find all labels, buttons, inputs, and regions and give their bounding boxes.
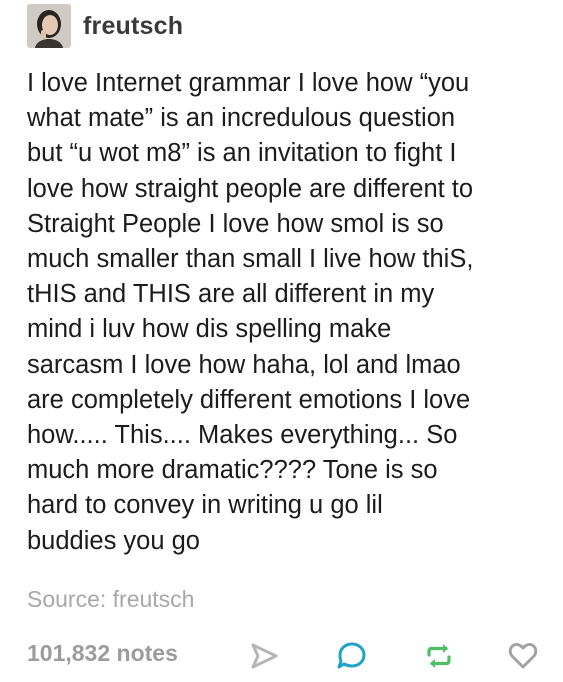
post-text-line: tHIS and THIS are all different in my xyxy=(27,280,435,309)
like-button[interactable] xyxy=(505,638,541,674)
post-text-line: are completely different emotions I love xyxy=(27,385,471,414)
username[interactable]: freutsch xyxy=(83,12,183,41)
post-text-line: love how straight people are different t… xyxy=(27,174,474,203)
share-button[interactable] xyxy=(246,638,282,674)
post-text-line: much more dramatic???? Tone is so xyxy=(27,456,438,485)
post-header: freutsch xyxy=(27,4,183,48)
post-text-line: much smaller than small I live how thiS, xyxy=(27,245,474,274)
post-text-line: what mate” is an incredulous question xyxy=(27,104,456,133)
source-line[interactable]: Source: freutsch xyxy=(27,586,194,613)
source-label: Source: xyxy=(27,586,107,612)
notes-count[interactable]: 101,832 notes xyxy=(27,640,178,667)
post-text-line: how..... This.... Makes everything... So xyxy=(27,421,458,450)
post-text-line: hard to convey in writing u go lil xyxy=(27,491,383,520)
reply-button[interactable] xyxy=(334,638,370,674)
post-text-line: Straight People I love how smol is so xyxy=(27,209,444,238)
post-footer: 101,832 notes xyxy=(27,638,542,678)
avatar-photo-icon xyxy=(27,4,71,48)
post-text-line: buddies you go xyxy=(27,526,200,555)
reblog-icon xyxy=(427,644,451,668)
post-text-line: mind i luv how dis spelling make xyxy=(27,315,392,344)
post-body: I love Internet grammar I love how “you w… xyxy=(27,66,547,559)
post-text-line: I love Internet grammar I love how “you xyxy=(27,69,470,97)
reblog-button[interactable] xyxy=(421,638,457,674)
avatar[interactable] xyxy=(27,4,71,48)
like-icon xyxy=(508,643,538,669)
post-text-line: sarcasm I love how haha, lol and lmao xyxy=(27,350,461,379)
reply-icon xyxy=(337,642,366,669)
share-icon xyxy=(251,643,278,669)
post-text-line: but “u wot m8” is an invitation to fight… xyxy=(27,139,457,168)
source-name[interactable]: freutsch xyxy=(113,586,195,612)
